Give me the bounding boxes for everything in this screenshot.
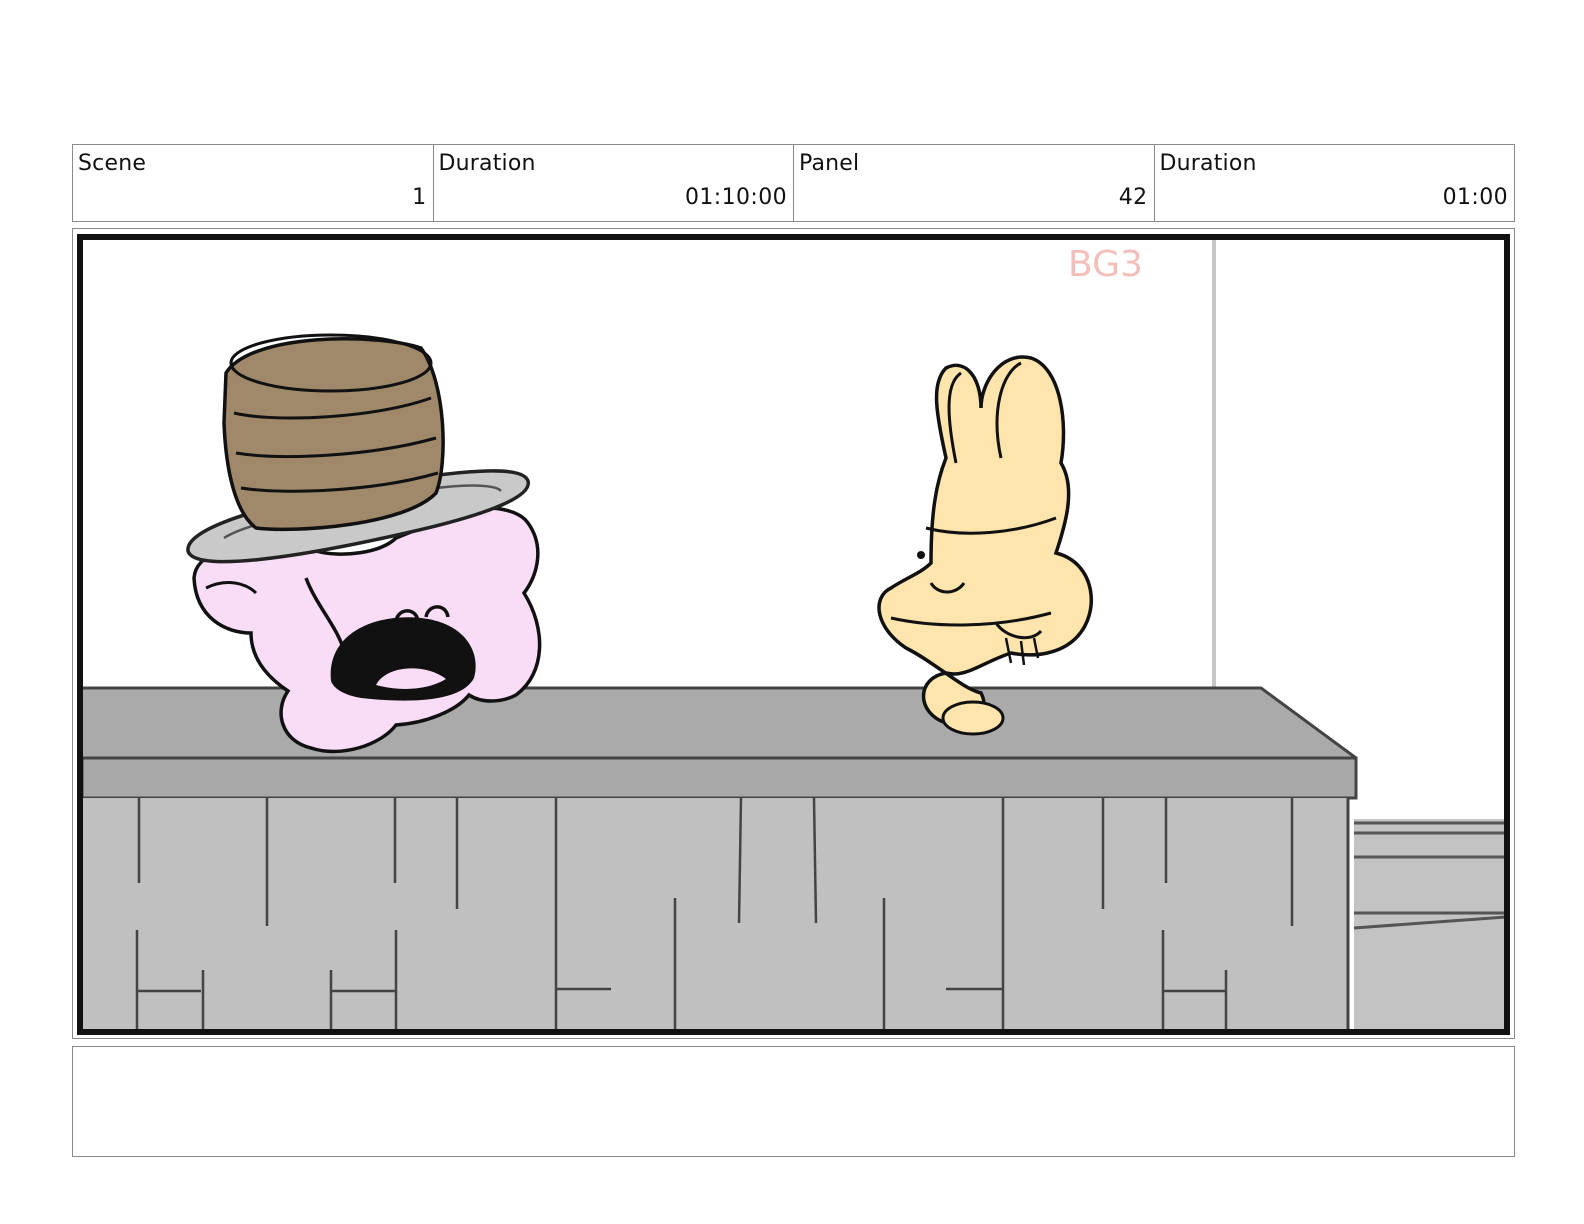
panel-duration-label: Duration [1159,151,1257,176]
panel-duration-value: 01:00 [1442,185,1508,210]
counter [80,686,1358,1031]
bg-tag: BG3 [1068,244,1143,285]
panel-artwork: BG3 [76,233,1511,1036]
cake [222,333,445,532]
panel-duration-cell: Duration 01:00 [1155,145,1515,221]
scene-duration-label: Duration [438,151,536,176]
background-steps [1353,819,1507,1031]
panel-header: Scene 1 Duration 01:10:00 Panel 42 Durat… [72,144,1515,222]
panel-number: 42 [1118,185,1148,210]
panel-notes [72,1046,1515,1157]
panel-cell: Panel 42 [794,145,1155,221]
storyboard-panel: BG3 [72,228,1515,1039]
scene-cell: Scene 1 [73,145,434,221]
scene-duration-cell: Duration 01:10:00 [434,145,794,221]
panel-label: Panel [799,151,860,176]
scene-duration-value: 01:10:00 [684,185,787,210]
scene-label: Scene [78,151,147,176]
scene-number: 1 [412,185,427,210]
